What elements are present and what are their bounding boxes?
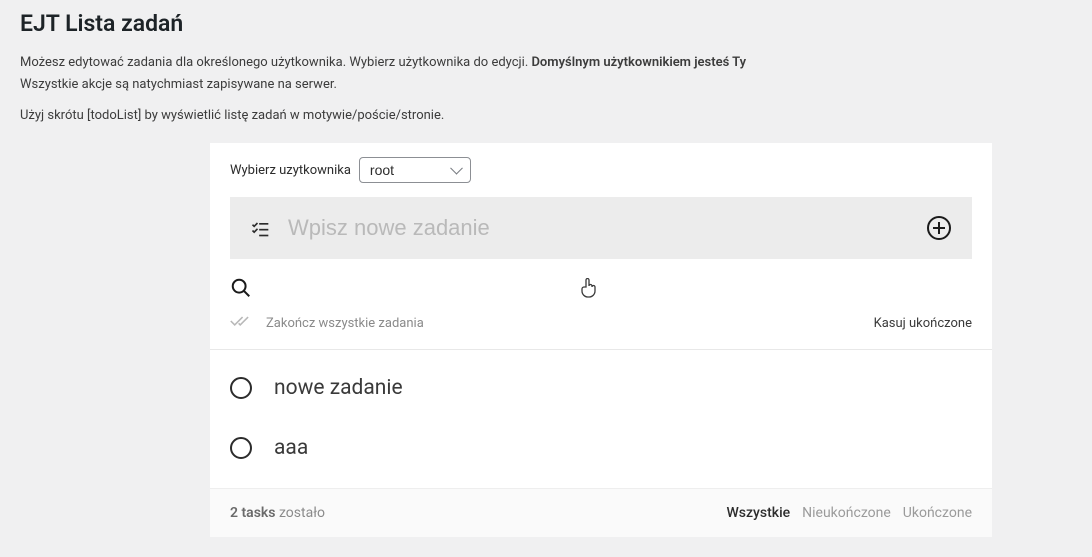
filter-group: Wszystkie Nieukończone Ukończone xyxy=(726,505,972,521)
task-item: nowe zadanie xyxy=(210,358,992,418)
filter-all[interactable]: Wszystkie xyxy=(726,505,790,521)
complete-all-button[interactable]: Zakończ wszystkie zadania xyxy=(230,313,424,333)
task-label[interactable]: aaa xyxy=(274,436,308,460)
clear-completed-button[interactable]: Kasuj ukończone xyxy=(874,316,972,331)
task-list: nowe zadanie aaa xyxy=(210,350,992,488)
intro-text: Możesz edytować zadania dla określonego … xyxy=(20,52,1072,96)
task-toggle-checkbox[interactable] xyxy=(230,437,252,459)
double-check-icon xyxy=(230,313,252,333)
page-title: EJT Lista zadań xyxy=(20,10,1072,37)
task-label[interactable]: nowe zadanie xyxy=(274,376,403,400)
todo-panel: Wybierz uzytkownika root xyxy=(210,143,992,537)
new-task-input[interactable] xyxy=(288,215,908,241)
task-count: 2 tasks zostało xyxy=(230,505,325,521)
new-task-bar xyxy=(230,197,972,259)
add-task-button[interactable] xyxy=(926,215,952,241)
checklist-icon xyxy=(250,218,270,238)
bulk-actions-row: Zakończ wszystkie zadania Kasuj ukończon… xyxy=(210,313,992,350)
user-select-dropdown[interactable]: root xyxy=(359,157,471,183)
user-select-row: Wybierz uzytkownika root xyxy=(210,157,992,197)
task-toggle-checkbox[interactable] xyxy=(230,377,252,399)
todo-footer: 2 tasks zostało Wszystkie Nieukończone U… xyxy=(210,488,992,537)
task-item: aaa xyxy=(210,418,992,478)
user-select-label: Wybierz uzytkownika xyxy=(230,163,351,178)
filter-active[interactable]: Nieukończone xyxy=(802,505,891,521)
search-icon[interactable] xyxy=(230,284,252,303)
filter-completed[interactable]: Ukończone xyxy=(903,505,972,521)
plus-circle-icon xyxy=(926,215,952,241)
shortcode-hint: Użyj skrótu [todoList] by wyświetlić lis… xyxy=(20,108,1072,123)
search-row xyxy=(210,259,992,313)
